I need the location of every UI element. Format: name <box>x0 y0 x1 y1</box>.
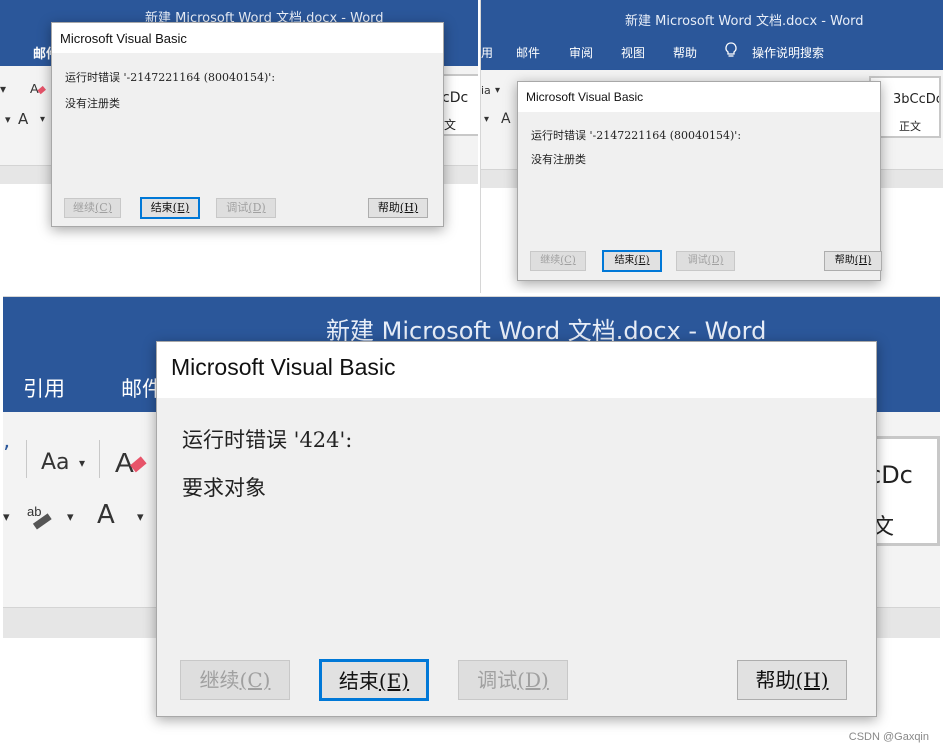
debug-button[interactable]: 调试(D) <box>458 660 568 700</box>
font-color-button[interactable]: A <box>18 110 28 128</box>
tab-references[interactable]: 引用 <box>23 373 65 403</box>
dropdown-arrow-icon[interactable]: ▾ <box>67 510 74 525</box>
highlight-icon[interactable]: ab <box>25 502 59 536</box>
help-button[interactable]: 帮助(H) <box>737 660 847 700</box>
word-window-top-right: 新建 Microsoft Word 文档.docx - Word 用 邮件 审阅… <box>480 0 943 293</box>
dropdown-arrow-icon[interactable]: ▾ <box>79 456 85 470</box>
window-title: 新建 Microsoft Word 文档.docx - Word <box>625 14 864 29</box>
continue-button[interactable]: 继续(C) <box>64 198 121 218</box>
title-bar: 新建 Microsoft Word 文档.docx - Word <box>481 0 943 36</box>
dropdown-arrow-icon[interactable]: ▾ <box>5 113 11 126</box>
svg-text:A: A <box>115 447 134 478</box>
end-button[interactable]: 结束(E) <box>319 659 429 701</box>
vba-error-dialog: Microsoft Visual Basic 运行时错误 '424': 要求对象… <box>156 341 877 717</box>
tab-references-partial[interactable]: 用 <box>481 44 493 61</box>
svg-text:A: A <box>30 81 39 96</box>
dropdown-arrow-icon[interactable]: ▾ <box>3 510 10 525</box>
word-window-bottom: 新建 Microsoft Word 文档.docx - Word 引用 邮件 ʼ… <box>3 296 940 753</box>
error-message-text: 没有注册类 <box>531 153 586 166</box>
eraser-icon[interactable]: A <box>30 80 46 100</box>
style-preview: 3bCcDc <box>893 92 941 107</box>
style-name: 文 <box>444 118 457 132</box>
dialog-title: Microsoft Visual Basic <box>157 342 876 398</box>
cursor-icon: ʼ <box>3 442 10 467</box>
style-gallery-normal[interactable]: cDc 文 <box>440 74 478 136</box>
error-code-text: 运行时错误 '-2147221164 (80040154)': <box>65 71 276 84</box>
dropdown-arrow-icon[interactable]: ▾ <box>40 114 45 125</box>
error-code-text: 运行时错误 '-2147221164 (80040154)': <box>531 129 742 142</box>
change-case-button[interactable]: Aa <box>41 450 70 475</box>
divider <box>26 440 27 478</box>
svg-text:ab: ab <box>27 504 41 519</box>
tab-help[interactable]: 帮助 <box>673 44 697 61</box>
vba-error-dialog: Microsoft Visual Basic 运行时错误 '-214722116… <box>51 22 444 227</box>
lightbulb-icon[interactable] <box>724 42 738 62</box>
debug-button[interactable]: 调试(D) <box>216 198 276 218</box>
dialog-title: Microsoft Visual Basic <box>52 23 443 53</box>
debug-button[interactable]: 调试(D) <box>676 251 735 271</box>
dialog-title: Microsoft Visual Basic <box>518 82 880 112</box>
font-color-button[interactable]: A <box>97 500 115 530</box>
style-name: 正文 <box>899 120 921 133</box>
vba-error-dialog: Microsoft Visual Basic 运行时错误 '-214722116… <box>517 81 882 281</box>
help-button[interactable]: 帮助(H) <box>824 251 882 271</box>
continue-button[interactable]: 继续(C) <box>530 251 586 271</box>
ribbon-tabs: 用 邮件 审阅 视图 帮助 操作说明搜索 <box>481 36 943 70</box>
divider <box>99 440 100 478</box>
eraser-icon[interactable]: A <box>115 444 151 482</box>
font-size-partial[interactable]: ia <box>481 84 491 97</box>
end-button[interactable]: 结束(E) <box>140 197 200 219</box>
tab-review[interactable]: 审阅 <box>569 44 593 61</box>
dropdown-arrow-icon[interactable]: ▾ <box>484 114 489 125</box>
dropdown-arrow-icon[interactable]: ▾ <box>495 85 500 96</box>
continue-button[interactable]: 继续(C) <box>180 660 290 700</box>
style-preview: cDc <box>442 90 469 106</box>
watermark: CSDN @Gaxqin <box>848 731 929 743</box>
word-window-top-left: 新建 Microsoft Word 文档.docx - Word 邮件 ▾ A … <box>0 0 478 293</box>
dropdown-arrow-icon[interactable]: ▾ <box>137 510 144 525</box>
tab-mailings[interactable]: 邮件 <box>516 44 540 61</box>
tell-me-search[interactable]: 操作说明搜索 <box>752 44 824 61</box>
error-message-text: 要求对象 <box>182 476 266 500</box>
end-button[interactable]: 结束(E) <box>602 250 662 272</box>
error-message-text: 没有注册类 <box>65 97 120 110</box>
dropdown-arrow-icon[interactable]: ▾ <box>0 82 6 96</box>
tab-view[interactable]: 视图 <box>621 44 645 61</box>
help-button[interactable]: 帮助(H) <box>368 198 428 218</box>
error-code-text: 运行时错误 '424': <box>182 428 353 452</box>
font-color-button[interactable]: A <box>501 111 511 127</box>
